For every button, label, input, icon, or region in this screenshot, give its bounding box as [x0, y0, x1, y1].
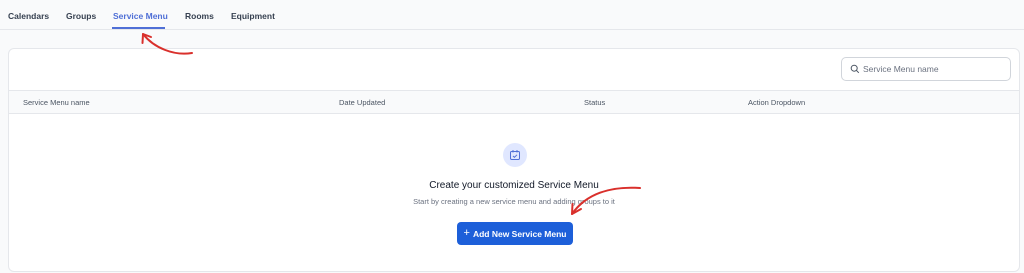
add-button-label: Add New Service Menu	[472, 228, 567, 239]
column-header-date-updated: Date Updated	[339, 98, 386, 107]
calendar-check-icon	[510, 150, 520, 160]
empty-state-title: Create your customized Service Menu	[429, 180, 599, 191]
tab-calendars[interactable]: Calendars	[8, 11, 49, 21]
tab-equipment[interactable]: Equipment	[231, 11, 275, 21]
empty-state-subtitle: Start by creating a new service menu and…	[413, 197, 615, 206]
plus-icon: +	[463, 227, 470, 239]
column-header-name: Service Menu name	[23, 98, 90, 107]
search-icon	[850, 64, 860, 74]
column-header-action-dropdown: Action Dropdown	[748, 98, 806, 107]
column-header-status: Status	[584, 98, 606, 107]
service-menu-card: Service Menu name Date Updated Status Ac…	[8, 48, 1020, 272]
table-header: Service Menu name Date Updated Status Ac…	[9, 90, 1019, 114]
tab-groups[interactable]: Groups	[66, 11, 96, 21]
tab-rooms[interactable]: Rooms	[185, 11, 214, 21]
add-new-service-menu-button[interactable]: + Add New Service Menu	[457, 222, 573, 245]
tab-service-menu[interactable]: Service Menu	[113, 11, 168, 21]
empty-state-icon-wrap	[503, 143, 527, 167]
search-box[interactable]	[841, 57, 1011, 81]
active-tab-indicator	[112, 27, 165, 29]
search-input[interactable]	[863, 64, 1008, 74]
tab-bar: Calendars Groups Service Menu Rooms Equi…	[0, 0, 1024, 30]
